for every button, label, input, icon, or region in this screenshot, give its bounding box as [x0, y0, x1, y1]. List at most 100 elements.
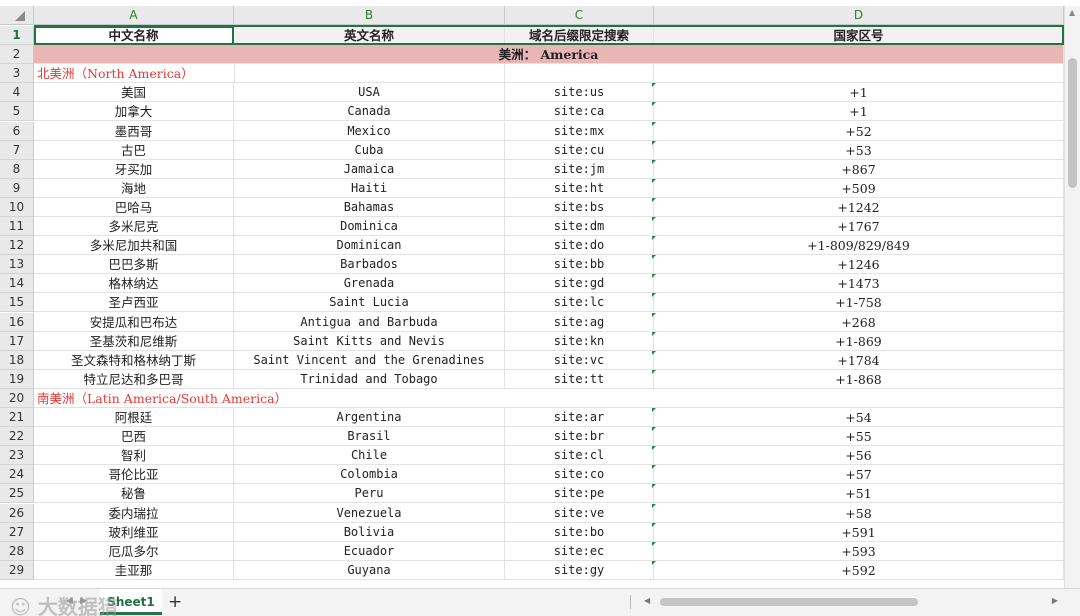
cell-site-operator[interactable]: site:ag — [505, 312, 654, 332]
cell-site-operator[interactable]: site:cl — [505, 446, 654, 466]
cell-english-name[interactable]: USA — [234, 83, 505, 103]
cell-site-operator[interactable]: site:ve — [505, 503, 654, 523]
row-number[interactable]: 25 — [0, 484, 34, 504]
spreadsheet-grid[interactable]: A B C D 1 中文名称 英文名称 域名后缀限定搜索 国家区号 2 美洲： … — [0, 0, 1080, 588]
cell-site-operator[interactable]: site:kn — [505, 331, 654, 351]
cell-site-operator[interactable]: site:jm — [505, 159, 654, 179]
cell-site-operator[interactable]: site:do — [505, 236, 654, 256]
cell-english-name[interactable]: Haiti — [234, 178, 505, 198]
row-number[interactable]: 4 — [0, 83, 34, 103]
row-number[interactable]: 18 — [0, 350, 34, 370]
cell-site-operator[interactable]: site:ec — [505, 541, 654, 561]
row-number[interactable]: 1 — [0, 26, 34, 46]
section-south-america[interactable]: 南美洲（Latin America/South America） — [34, 389, 654, 409]
cell-country-code[interactable]: +1-868 — [654, 369, 1064, 389]
row-number[interactable]: 16 — [0, 312, 34, 332]
cell-english-name[interactable]: Venezuela — [234, 503, 505, 523]
cell-english-name[interactable]: Colombia — [234, 465, 505, 485]
cell-country-code[interactable]: +593 — [654, 541, 1064, 561]
cell-site-operator[interactable]: site:br — [505, 427, 654, 447]
row-number[interactable]: 21 — [0, 408, 34, 428]
cell-country-code[interactable]: +1784 — [654, 350, 1064, 370]
cell-site-operator[interactable]: site:vc — [505, 350, 654, 370]
column-header-a[interactable]: A — [34, 6, 234, 25]
row-number[interactable]: 28 — [0, 541, 34, 561]
cell-site-operator[interactable]: site:ca — [505, 102, 654, 122]
cell-country-code[interactable]: +592 — [654, 560, 1064, 580]
cell-english-name[interactable]: Bolivia — [234, 522, 505, 542]
cell-chinese-name[interactable]: 格林纳达 — [34, 274, 234, 294]
cell-english-name[interactable]: Mexico — [234, 121, 505, 141]
cell-chinese-name[interactable]: 古巴 — [34, 140, 234, 160]
empty-cell[interactable] — [505, 64, 654, 84]
cell-site-operator[interactable]: site:lc — [505, 293, 654, 313]
horizontal-scroll-thumb[interactable] — [660, 598, 918, 606]
cell-chinese-name[interactable]: 智利 — [34, 446, 234, 466]
cell-english-name[interactable]: Grenada — [234, 274, 505, 294]
cell-chinese-name[interactable]: 牙买加 — [34, 159, 234, 179]
column-header-d[interactable]: D — [654, 6, 1064, 25]
cell-chinese-name[interactable]: 美国 — [34, 83, 234, 103]
cell-chinese-name[interactable]: 海地 — [34, 178, 234, 198]
cell-country-code[interactable]: +58 — [654, 503, 1064, 523]
cell-chinese-name[interactable]: 墨西哥 — [34, 121, 234, 141]
cell-site-operator[interactable]: site:dm — [505, 217, 654, 237]
select-all-corner[interactable] — [0, 6, 34, 25]
cell-site-operator[interactable]: site:ar — [505, 408, 654, 428]
cell-english-name[interactable]: Dominica — [234, 217, 505, 237]
cell-country-code[interactable]: +52 — [654, 121, 1064, 141]
row-number[interactable]: 10 — [0, 197, 34, 217]
cell-english-name[interactable]: Cuba — [234, 140, 505, 160]
cell-english-name[interactable]: Peru — [234, 484, 505, 504]
cell-site-operator[interactable]: site:co — [505, 465, 654, 485]
horizontal-scrollbar[interactable]: ◀ ▶ — [640, 596, 1060, 608]
cell-chinese-name[interactable]: 多米尼克 — [34, 217, 234, 237]
cell-chinese-name[interactable]: 玻利维亚 — [34, 522, 234, 542]
cell-site-operator[interactable]: site:mx — [505, 121, 654, 141]
cell-chinese-name[interactable]: 委内瑞拉 — [34, 503, 234, 523]
scroll-up-icon[interactable]: ▲ — [1069, 8, 1075, 17]
cell-chinese-name[interactable]: 圣基茨和尼维斯 — [34, 331, 234, 351]
cell-english-name[interactable]: Dominican — [234, 236, 505, 256]
cell-country-code[interactable]: +53 — [654, 140, 1064, 160]
cell-site-operator[interactable]: site:gy — [505, 560, 654, 580]
row-number[interactable]: 20 — [0, 389, 34, 409]
cell-chinese-name[interactable]: 圭亚那 — [34, 560, 234, 580]
row-number[interactable]: 29 — [0, 560, 34, 580]
vertical-scroll-thumb[interactable] — [1068, 58, 1077, 188]
cell-english-name[interactable]: Saint Lucia — [234, 293, 505, 313]
cell-site-operator[interactable]: site:ht — [505, 178, 654, 198]
cell-english-name[interactable]: Saint Kitts and Nevis — [234, 331, 505, 351]
row-number[interactable]: 2 — [0, 45, 34, 65]
cell-country-code[interactable]: +56 — [654, 446, 1064, 466]
cell-english-name[interactable]: Saint Vincent and the Grenadines — [234, 350, 505, 370]
cell-chinese-name[interactable]: 安提瓜和巴布达 — [34, 312, 234, 332]
cell-site-operator[interactable]: site:bo — [505, 522, 654, 542]
row-number[interactable]: 22 — [0, 427, 34, 447]
row-number[interactable]: 15 — [0, 293, 34, 313]
row-number[interactable]: 5 — [0, 102, 34, 122]
cell-country-code[interactable]: +867 — [654, 159, 1064, 179]
row-number[interactable]: 8 — [0, 159, 34, 179]
cell-english-name[interactable]: Barbados — [234, 255, 505, 275]
cell-chinese-name[interactable]: 多米尼加共和国 — [34, 236, 234, 256]
scroll-right-icon[interactable]: ▶ — [1052, 596, 1058, 605]
add-sheet-button[interactable]: + — [168, 591, 182, 613]
row-number[interactable]: 26 — [0, 503, 34, 523]
cell-country-code[interactable]: +268 — [654, 312, 1064, 332]
header-cell-en[interactable]: 英文名称 — [234, 26, 505, 46]
row-number[interactable]: 12 — [0, 236, 34, 256]
cell-country-code[interactable]: +1767 — [654, 217, 1064, 237]
cell-site-operator[interactable]: site:cu — [505, 140, 654, 160]
row-number[interactable]: 3 — [0, 64, 34, 84]
cell-chinese-name[interactable]: 厄瓜多尔 — [34, 541, 234, 561]
cell-english-name[interactable]: Canada — [234, 102, 505, 122]
cell-country-code[interactable]: +1246 — [654, 255, 1064, 275]
cell-country-code[interactable]: +1-809/829/849 — [654, 236, 1064, 256]
cell-english-name[interactable]: Brasil — [234, 427, 505, 447]
header-cell-zh[interactable]: 中文名称 — [34, 26, 234, 46]
header-cell-site[interactable]: 域名后缀限定搜索 — [505, 26, 654, 46]
cell-country-code[interactable]: +591 — [654, 522, 1064, 542]
cell-english-name[interactable]: Antigua and Barbuda — [234, 312, 505, 332]
column-header-c[interactable]: C — [505, 6, 654, 25]
